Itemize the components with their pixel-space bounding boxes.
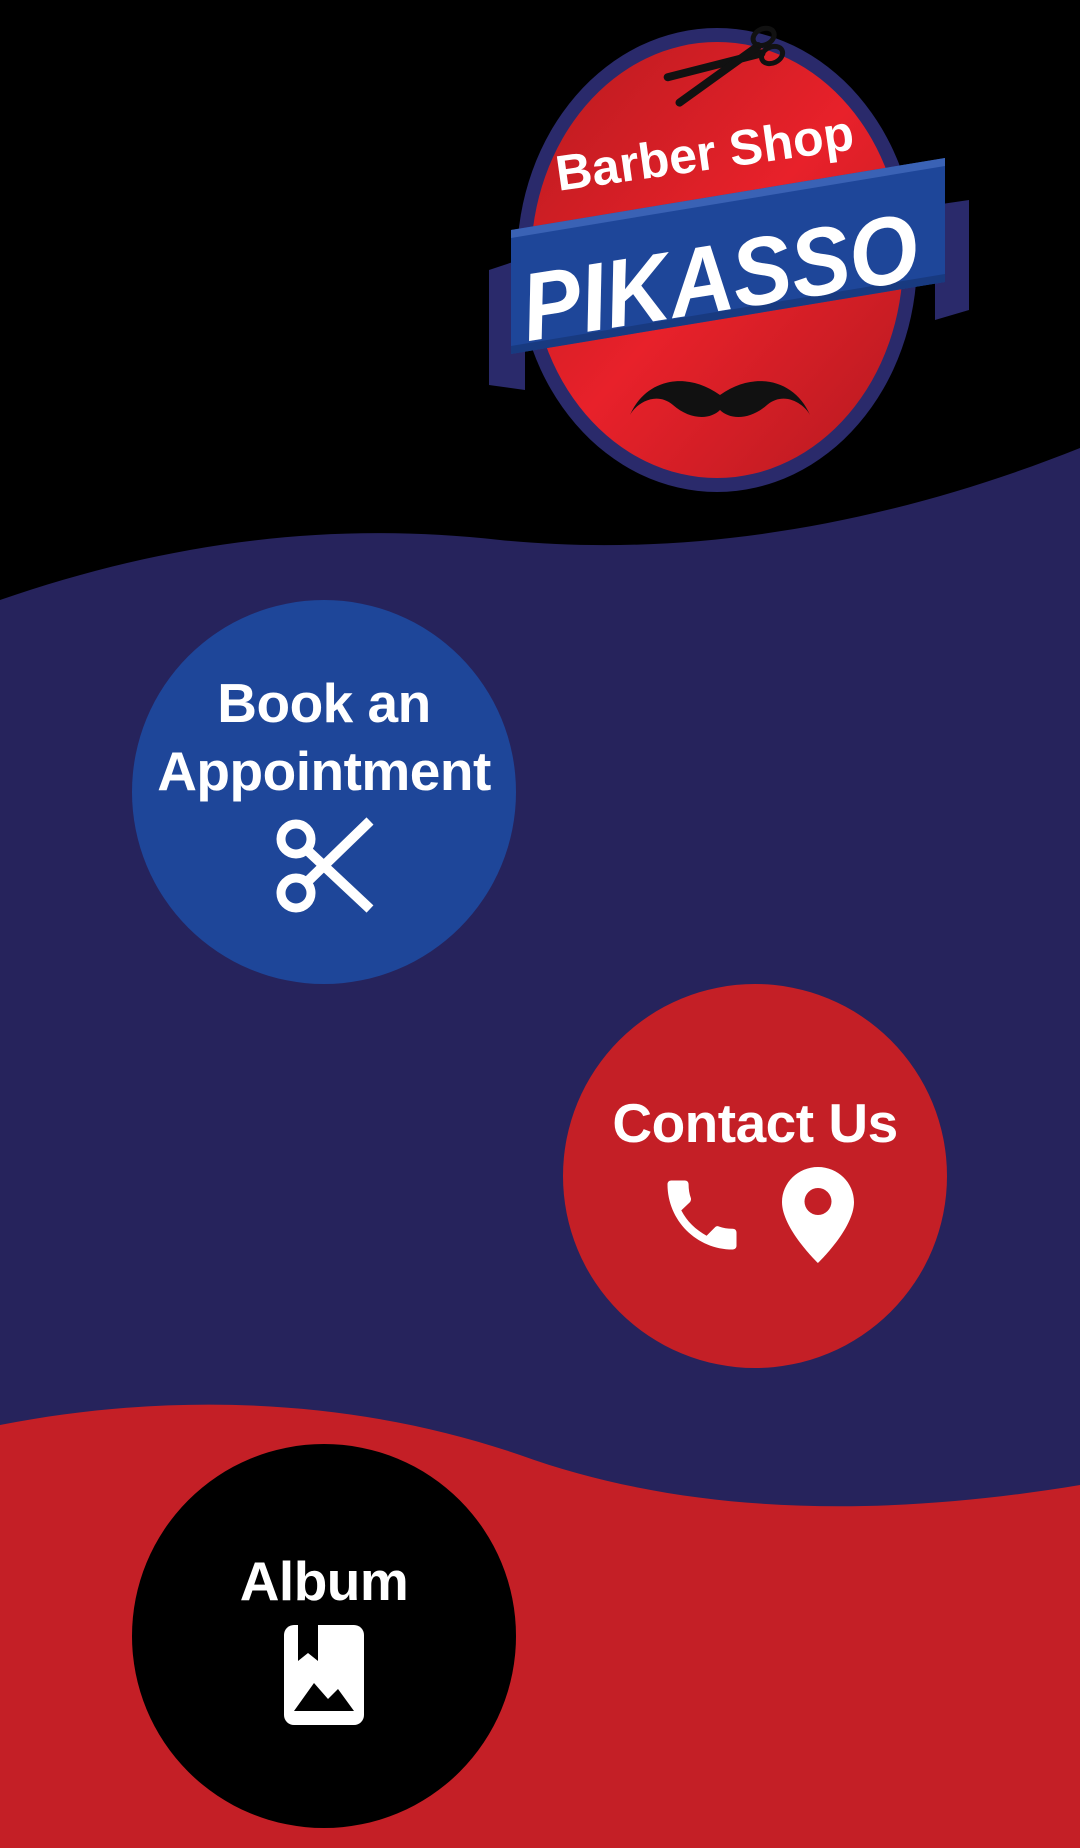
album-label: Album	[239, 1550, 409, 1612]
location-pin-icon	[782, 1167, 854, 1263]
barber-shop-logo: Barber Shop PIKASSO	[485, 20, 975, 500]
book-appointment-button[interactable]: Book an Appointment	[132, 600, 516, 984]
album-button[interactable]: Album	[132, 1444, 516, 1828]
contact-us-button[interactable]: Contact Us	[563, 984, 947, 1368]
photo-album-icon	[284, 1625, 364, 1725]
book-appointment-label: Book an Appointment	[157, 672, 491, 802]
home-screen: Barber Shop PIKASSO Book an Appointment …	[0, 0, 1080, 1848]
phone-icon	[656, 1169, 748, 1261]
contact-us-label: Contact Us	[612, 1092, 898, 1154]
scissors-icon	[274, 815, 374, 915]
